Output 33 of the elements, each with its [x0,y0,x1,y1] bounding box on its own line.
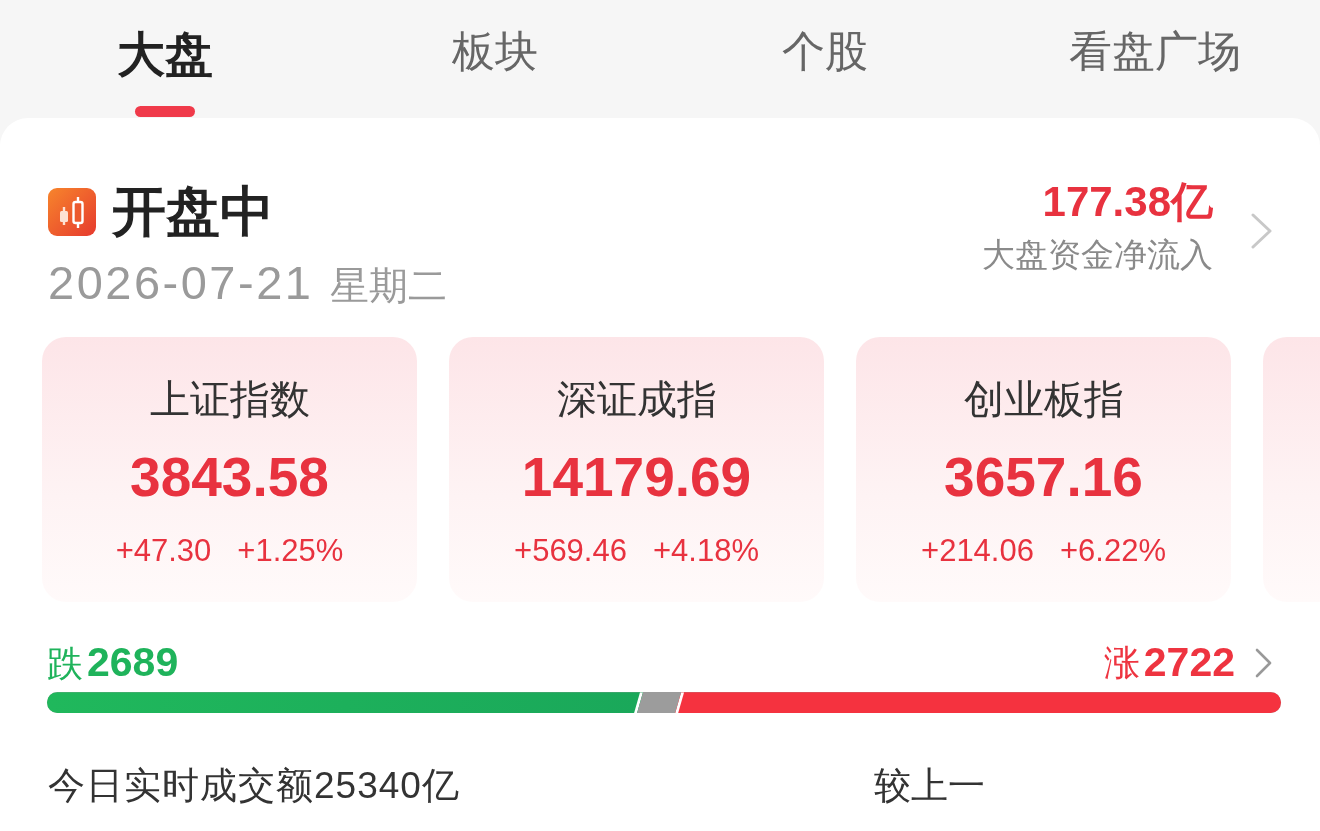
tab[interactable]: 个股 [782,0,868,118]
advance-label: 涨 [1103,642,1140,683]
index-change-percent: +4.18% [652,531,759,569]
index-value: 3657.16 [944,447,1143,508]
turnover-text: 今日实时成交额25340亿 [48,764,460,809]
decline-count: 2689 [87,640,179,686]
index-change-percent: +1.25% [237,531,344,569]
net-inflow-label: 大盘资金净流入 [982,234,1213,275]
index-change: +214.06 [921,531,1034,569]
net-inflow-value: 177.38亿 [1041,178,1213,225]
index-name: 创业板指 [963,376,1124,424]
candlestick-icon [48,187,96,236]
index-card[interactable]: 上证指数 3843.58 +47.30 +1.25% [42,337,417,603]
index-value: 3843.58 [130,447,329,508]
tab[interactable]: 看盘广场 [1069,0,1241,118]
index-value: 14179.69 [521,447,752,508]
date-text: 2026-07-21 [48,257,314,310]
chevron-right-icon[interactable] [1255,647,1272,678]
chevron-right-icon[interactable] [1251,212,1272,249]
advance-count: 2722 [1143,640,1235,686]
index-name: 上证指数 [149,376,310,424]
comparison-label: 较上一 [874,764,985,809]
index-card[interactable]: 深证成指 14179.69 +569.46 +4.18% [449,337,824,603]
index-name: 深证成指 [556,376,717,424]
weekday-text: 星期二 [330,265,448,309]
index-change: +569.46 [514,531,627,569]
tab[interactable]: 大盘 [117,0,213,118]
index-card[interactable]: 创业板指 3657.16 +214.06 +6.22% [856,337,1231,603]
decline-label: 跌 [47,644,83,684]
tab[interactable]: 板块 [452,0,538,118]
market-status-title: 开盘中 [112,182,274,242]
index-change: +47.30 [115,531,212,569]
index-change-percent: +6.22% [1059,531,1166,569]
